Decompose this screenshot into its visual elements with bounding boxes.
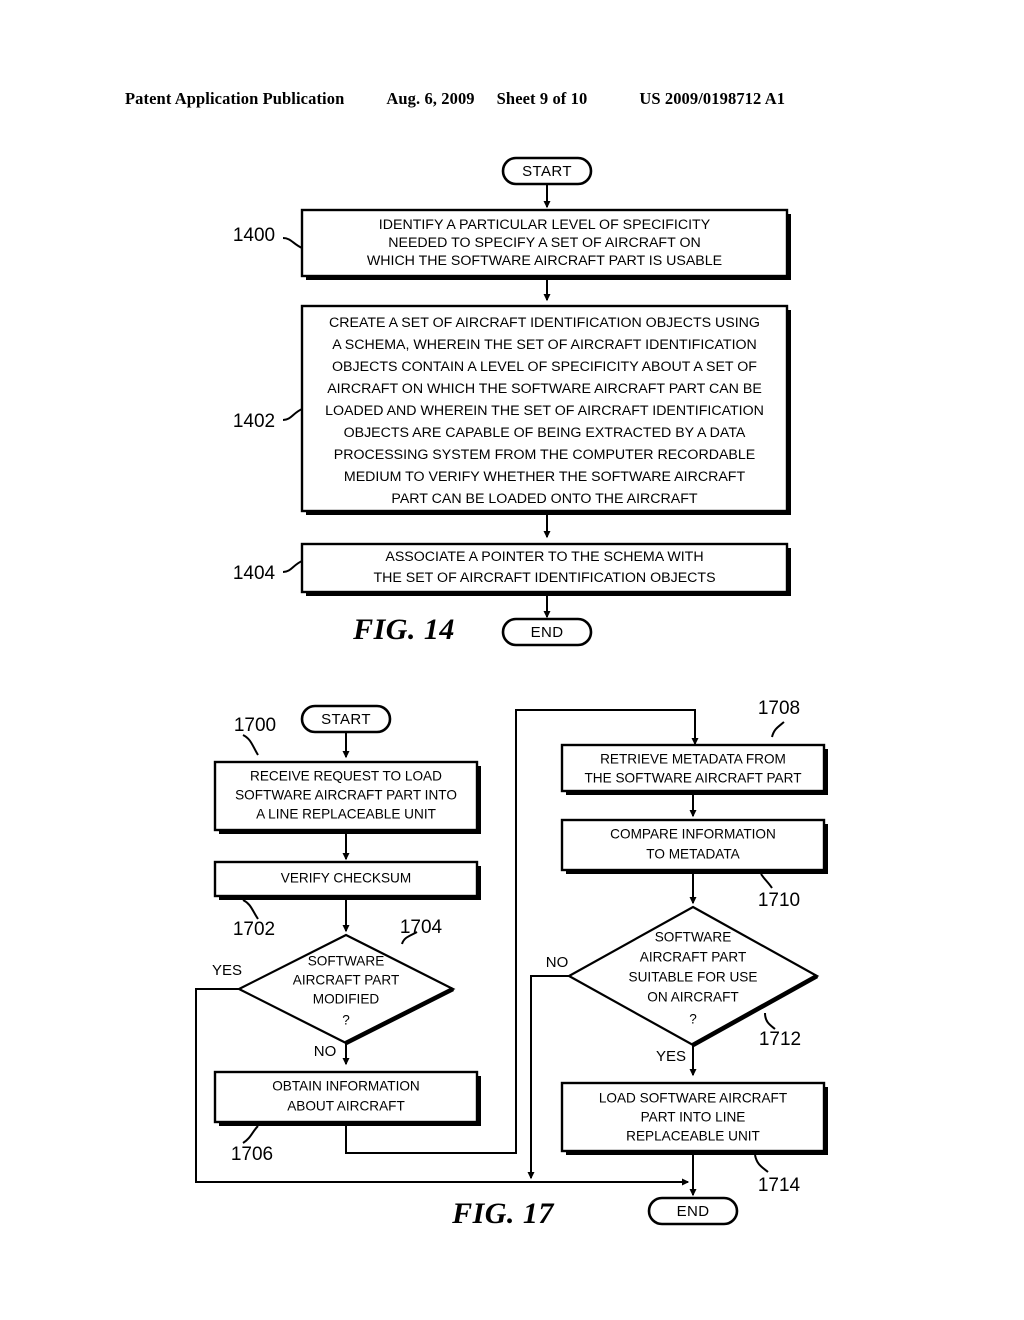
fig17-box-1700-line-2: SOFTWARE AIRCRAFT PART INTO: [235, 788, 457, 803]
fig14-box-1402-line-7: PROCESSING SYSTEM FROM THE COMPUTER RECO…: [334, 447, 755, 463]
fig14-leader-1402: [282, 408, 303, 421]
fig17-box-1710-line-2: TO METADATA: [646, 847, 740, 862]
fig17-box-1714-line-3: REPLACEABLE UNIT: [626, 1129, 760, 1144]
fig17-decision-1712: SOFTWARE AIRCRAFT PART SUITABLE FOR USE …: [566, 905, 820, 1048]
fig17-decision-1704-line-2: AIRCRAFT PART: [293, 973, 400, 988]
fig17-ref-1712: 1712: [759, 1029, 801, 1050]
fig14-box-1402-line-5: LOADED AND WHEREIN THE SET OF AIRCRAFT I…: [325, 403, 764, 419]
fig14-box-1404-line-1: ASSOCIATE A POINTER TO THE SCHEMA WITH: [385, 549, 703, 565]
fig14-box-1400-line-3: WHICH THE SOFTWARE AIRCRAFT PART IS USAB…: [367, 253, 722, 269]
fig17-step-1714: LOAD SOFTWARE AIRCRAFT PART INTO LINE RE…: [560, 1081, 828, 1155]
fig17-figure-label: FIG. 17: [451, 1197, 554, 1230]
fig14-ref-1400: 1400: [233, 225, 275, 246]
fig17-start-terminal: START: [300, 704, 392, 734]
fig17-branch-1704-yes: YES: [212, 962, 242, 979]
fig17-decision-1704-line-4: ?: [342, 1013, 350, 1028]
fig17-box-1708-line-2: THE SOFTWARE AIRCRAFT PART: [584, 771, 801, 786]
fig14-ref-1402: 1402: [233, 411, 275, 432]
fig17-ref-1704: 1704: [400, 917, 443, 938]
fig14-box-1402-line-3: OBJECTS CONTAIN A LEVEL OF SPECIFICITY A…: [332, 359, 757, 375]
fig17-box-1706-line-2: ABOUT AIRCRAFT: [287, 1099, 405, 1114]
fig14-box-1402-line-2: A SCHEMA, WHEREIN THE SET OF AIRCRAFT ID…: [332, 337, 757, 353]
fig17-leader-1712: [764, 1012, 776, 1030]
fig14-start-label: START: [522, 163, 572, 180]
patent-figures-canvas: START IDENTIFY A PARTICULAR LEVEL OF SPE…: [195, 156, 828, 1230]
fig17-decision-1712-line-2: AIRCRAFT PART: [640, 950, 747, 965]
fig14-leader-1404: [282, 560, 303, 573]
fig17-end-label: END: [677, 1203, 710, 1220]
fig14-leader-1400: [282, 237, 303, 249]
fig17-branch-1704-no: NO: [314, 1043, 337, 1060]
fig14-box-1402-line-9: PART CAN BE LOADED ONTO THE AIRCRAFT: [391, 491, 697, 507]
fig17-branch-1712-no: NO: [546, 954, 569, 971]
fig17-box-1700-line-1: RECEIVE REQUEST TO LOAD: [250, 769, 442, 784]
fig17-ref-1708: 1708: [758, 698, 800, 719]
figure-14: START IDENTIFY A PARTICULAR LEVEL OF SPE…: [233, 156, 791, 647]
fig17-ref-1710: 1710: [758, 890, 800, 911]
fig14-step-1400: IDENTIFY A PARTICULAR LEVEL OF SPECIFICI…: [300, 208, 791, 280]
fig17-leader-1710: [760, 873, 773, 889]
fig17-ref-1700: 1700: [234, 715, 276, 736]
fig17-ref-1702: 1702: [233, 919, 275, 940]
fig17-step-1708: RETRIEVE METADATA FROM THE SOFTWARE AIRC…: [560, 743, 828, 795]
fig14-start-terminal: START: [501, 156, 593, 186]
fig17-box-1714-line-2: PART INTO LINE: [641, 1110, 746, 1125]
fig17-step-1702: VERIFY CHECKSUM: [213, 860, 481, 900]
fig14-ref-1404: 1404: [233, 563, 276, 584]
fig17-ref-1714: 1714: [758, 1175, 801, 1196]
fig17-decision-1712-line-4: ON AIRCRAFT: [647, 990, 738, 1005]
fig17-decision-1704-line-1: SOFTWARE: [308, 954, 385, 969]
fig17-decision-1712-line-1: SOFTWARE: [655, 930, 732, 945]
fig17-ref-1706: 1706: [231, 1144, 273, 1165]
fig14-box-1400-line-1: IDENTIFY A PARTICULAR LEVEL OF SPECIFICI…: [379, 217, 711, 233]
fig17-decision-1704-line-3: MODIFIED: [313, 992, 380, 1007]
fig17-end-terminal: END: [647, 1196, 739, 1226]
fig17-box-1700-line-3: A LINE REPLACEABLE UNIT: [256, 807, 436, 822]
fig14-end-terminal: END: [501, 617, 593, 647]
fig14-box-1402-line-6: OBJECTS ARE CAPABLE OF BEING EXTRACTED B…: [344, 425, 746, 441]
fig14-box-1400-line-2: NEEDED TO SPECIFY A SET OF AIRCRAFT ON: [388, 235, 700, 251]
fig17-box-1708-line-1: RETRIEVE METADATA FROM: [600, 752, 786, 767]
fig14-step-1404: ASSOCIATE A POINTER TO THE SCHEMA WITH T…: [300, 542, 791, 596]
fig17-box-1710-line-1: COMPARE INFORMATION: [610, 827, 776, 842]
fig17-box-1706-line-1: OBTAIN INFORMATION: [272, 1079, 420, 1094]
fig17-leader-1708: [771, 721, 785, 738]
fig14-box-1402-line-1: CREATE A SET OF AIRCRAFT IDENTIFICATION …: [329, 315, 760, 331]
fig17-start-label: START: [321, 711, 371, 728]
fig17-step-1710: COMPARE INFORMATION TO METADATA: [560, 818, 828, 874]
fig17-decision-1712-line-3: SUITABLE FOR USE: [629, 970, 758, 985]
fig17-step-1706: OBTAIN INFORMATION ABOUT AIRCRAFT: [213, 1070, 481, 1126]
fig17-leader-1714: [754, 1154, 769, 1173]
fig17-step-1700: RECEIVE REQUEST TO LOAD SOFTWARE AIRCRAF…: [213, 760, 481, 834]
fig17-branch-1712-yes: YES: [656, 1048, 686, 1065]
fig14-box-1402-line-8: MEDIUM TO VERIFY WHETHER THE SOFTWARE AI…: [344, 469, 746, 485]
fig17-box-1702-line-1: VERIFY CHECKSUM: [281, 871, 411, 886]
fig14-box-1402-line-4: AIRCRAFT ON WHICH THE SOFTWARE AIRCRAFT …: [327, 381, 762, 397]
fig17-leader-1700: [242, 734, 259, 756]
fig17-decision-1712-line-5: ?: [689, 1012, 697, 1027]
fig17-leader-1706: [242, 1125, 259, 1144]
figure-17: START 1700 RECEIVE REQUEST TO LOAD SOFTW…: [195, 698, 828, 1230]
fig14-box-1404-line-2: THE SET OF AIRCRAFT IDENTIFICATION OBJEC…: [373, 570, 715, 586]
fig17-decision-1704: SOFTWARE AIRCRAFT PART MODIFIED ?: [236, 933, 456, 1046]
fig14-step-1402: CREATE A SET OF AIRCRAFT IDENTIFICATION …: [300, 304, 791, 515]
fig17-leader-1702: [242, 899, 259, 920]
fig17-box-1714-line-1: LOAD SOFTWARE AIRCRAFT: [599, 1091, 787, 1106]
fig14-end-label: END: [531, 624, 564, 641]
fig14-figure-label: FIG. 14: [352, 613, 455, 646]
